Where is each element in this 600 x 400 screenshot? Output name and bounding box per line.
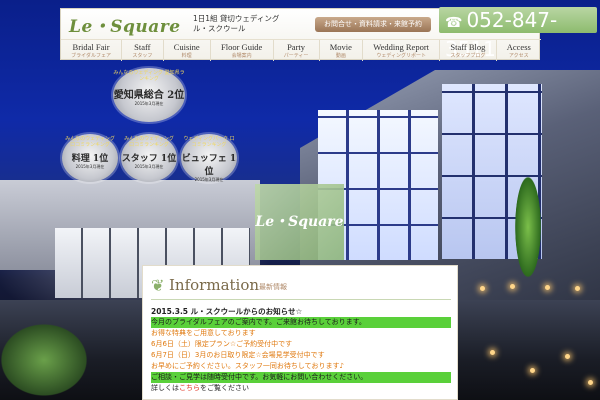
site-logo[interactable]: Le・Square	[69, 12, 181, 37]
badge-rank: スタッフ 1位	[121, 154, 177, 164]
badge-date: 2015年3月現在	[134, 164, 164, 169]
ranking-badge-buffet: ウェディングパーク 口コミランキング ビュッフェ 1位 2015年3月現在	[181, 134, 237, 182]
nav-label-jp: 会場案内	[231, 53, 252, 59]
ranking-badge-overall: みんなのウェディング 愛知県ランキング 愛知県総合 2位 2015年3月現在	[113, 68, 185, 122]
nav-item-party[interactable]: Party パーティー	[274, 40, 320, 61]
nav-label-en: Staff	[134, 42, 151, 52]
phone-icon: ☎	[445, 15, 463, 31]
nav-label-en: Staff Blog	[450, 42, 486, 52]
nav-item-wedding-report[interactable]: Wedding Report ウェディングリポート	[363, 40, 441, 61]
nav-label-en: Bridal Fair	[72, 42, 110, 52]
news-line: お早めにご予約ください。スタッフ一同お待ちしております♪	[151, 362, 344, 370]
news-line: 6月6日（土）限定プラン☆ご予約受付中です	[151, 340, 293, 348]
badge-rank: ビュッフェ 1位	[181, 154, 237, 177]
information-title: Information	[169, 276, 260, 294]
venue-sign: Le・Square	[255, 184, 344, 260]
leaf-icon: ❦	[151, 276, 165, 295]
nav-label-en: Wedding Report	[373, 42, 430, 52]
nav-item-staff[interactable]: Staff スタッフ	[122, 40, 164, 61]
global-nav: Bridal Fair ブライダルフェア Staff スタッフ Cuisine …	[61, 39, 541, 61]
nav-label-en: Party	[287, 42, 306, 52]
badge-caption: ウェディングパーク 口コミランキング	[183, 136, 235, 148]
news-line-link: 詳しくはこちらをご覧ください	[151, 383, 451, 394]
news-more-link[interactable]: こちら	[179, 384, 200, 392]
garden-bush	[0, 300, 110, 400]
badge-date: 2015年3月現在	[194, 177, 224, 182]
badge-caption: みんなのウェディング 愛知県ランキング	[113, 70, 185, 82]
contact-request-button[interactable]: お問合せ・資料請求・来館予約	[315, 17, 431, 32]
badge-caption: みんなのウェディング 口コミランキング	[65, 136, 115, 148]
nav-item-bridal-fair[interactable]: Bridal Fair ブライダルフェア	[61, 40, 123, 61]
badge-rank: 料理 1位	[71, 154, 109, 164]
news-line-highlight: 今月のブライダルフェアのご案内です。ご来館お待ちしております。	[151, 317, 451, 328]
candle-lights	[470, 280, 600, 400]
news-line-prefix: 詳しくは	[151, 384, 179, 392]
nav-item-staff-blog[interactable]: Staff Blog スタッフブログ	[440, 40, 497, 61]
news-line-suffix: をご覧ください	[200, 384, 249, 392]
ranking-badge-cuisine: みんなのウェディング 口コミランキング 料理 1位 2015年3月現在	[62, 134, 118, 182]
nav-label-jp: 動画	[335, 53, 346, 59]
nav-item-floor-guide[interactable]: Floor Guide 会場案内	[211, 40, 274, 61]
news-line: 6月7日（日）3月のお日取り限定☆会場見学受付中です	[151, 351, 325, 359]
nav-label-jp: ウェディングリポート	[376, 53, 426, 59]
news-line: お得な特典をご用意しております	[151, 329, 256, 337]
nav-label-jp: スタッフ	[132, 53, 153, 59]
site-tagline: 1日1組 貸切ウェディング ル・スクウール	[193, 14, 279, 34]
nav-item-access[interactable]: Access アクセス	[497, 40, 541, 61]
tel-box[interactable]: ☎ 052-847-3511	[439, 7, 597, 61]
cypress-tree	[508, 150, 548, 290]
nav-item-cuisine[interactable]: Cuisine 料理	[164, 40, 211, 61]
tagline-line-1: 1日1組 貸切ウェディング	[193, 14, 280, 23]
nav-label-jp: ブライダルフェア	[71, 53, 111, 59]
badge-rank: 愛知県総合 2位	[113, 90, 185, 101]
nav-label-jp: 料理	[181, 53, 192, 59]
news-date-line[interactable]: 2015.3.5 ル・スクウールからのお知らせ☆	[151, 306, 451, 317]
nav-label-en: Access	[506, 42, 531, 52]
site-header: Le・Square 1日1組 貸切ウェディング ル・スクウール お問合せ・資料請…	[60, 7, 597, 61]
nav-label-jp: スタッフブログ	[450, 53, 486, 59]
nav-label-en: Cuisine	[173, 42, 200, 52]
tagline-line-2: ル・スクウール	[193, 24, 246, 33]
nav-label-jp: パーティー	[283, 53, 309, 59]
nav-label-en: Movie	[329, 42, 352, 52]
information-body: 2015.3.5 ル・スクウールからのお知らせ☆ 今月のブライダルフェアのご案内…	[151, 306, 451, 394]
news-line-highlight: ご相談・ご見学は随時受付中です。お気軽にお問い合わせください。	[151, 372, 451, 383]
badge-caption: みんなのウェディング 口コミランキング	[124, 136, 174, 148]
badge-date: 2015年3月現在	[134, 101, 164, 106]
nav-label-jp: アクセス	[508, 53, 529, 59]
information-panel: ❦ Information 最新情報 2015.3.5 ル・スクウールからのお知…	[142, 265, 458, 400]
ranking-badge-staff: みんなのウェディング 口コミランキング スタッフ 1位 2015年3月現在	[121, 134, 177, 182]
information-subtitle: 最新情報	[259, 283, 287, 291]
badge-date: 2015年3月現在	[75, 164, 105, 169]
information-header: ❦ Information 最新情報	[151, 274, 451, 300]
nav-item-movie[interactable]: Movie 動画	[320, 40, 364, 61]
nav-label-en: Floor Guide	[221, 42, 263, 52]
